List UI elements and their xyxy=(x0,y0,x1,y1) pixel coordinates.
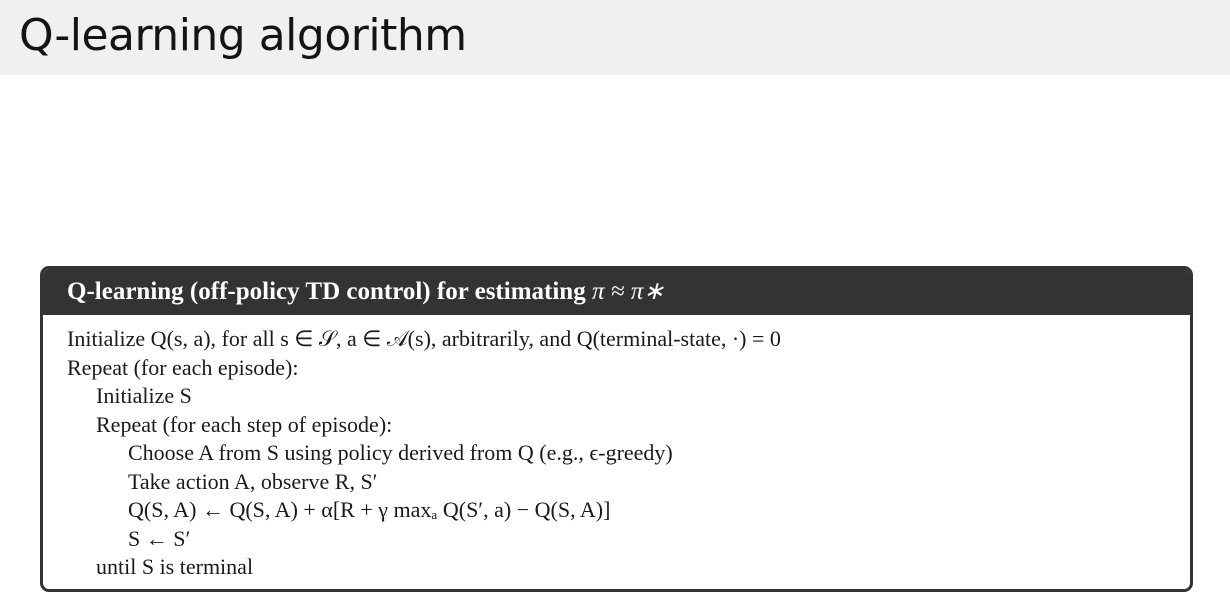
algorithm-line-take-action: Take action A, observe R, S′ xyxy=(128,468,378,494)
algorithm-header-label: Q-learning (off-policy TD control) for e… xyxy=(67,278,592,305)
algorithm-line-initialize-s: Initialize S xyxy=(96,383,192,408)
slide-title: Q-learning algorithm xyxy=(19,10,467,61)
algorithm-line-repeat-episode: Repeat (for each episode): xyxy=(67,354,299,380)
algorithm-header: Q-learning (off-policy TD control) for e… xyxy=(43,269,1190,315)
algorithm-line-choose-action: Choose A from S using policy derived fro… xyxy=(128,440,673,465)
algorithm-header-math: π ≈ π∗ xyxy=(591,278,665,305)
algorithm-line-update-s: S ← S′ xyxy=(128,525,191,551)
algorithm-header-title: Q-learning (off-policy TD control) for e… xyxy=(67,275,664,309)
algorithm-line-until-terminal: until S is terminal xyxy=(96,554,254,579)
algorithm-body: Initialize Q(s, a), for all s ∈ 𝒮, a ∈ 𝒜… xyxy=(67,325,781,582)
algorithm-box: Q-learning (off-policy TD control) for e… xyxy=(40,266,1193,592)
algorithm-line-repeat-step: Repeat (for each step of episode): xyxy=(96,411,393,437)
slide-title-bar: Q-learning algorithm xyxy=(0,0,1230,75)
algorithm-line-update-q: Q(S, A) ← Q(S, A) + α[R + γ maxₐ Q(S′, a… xyxy=(128,497,611,522)
algorithm-line-initialize-q: Initialize Q(s, a), for all s ∈ 𝒮, a ∈ 𝒜… xyxy=(67,326,781,351)
